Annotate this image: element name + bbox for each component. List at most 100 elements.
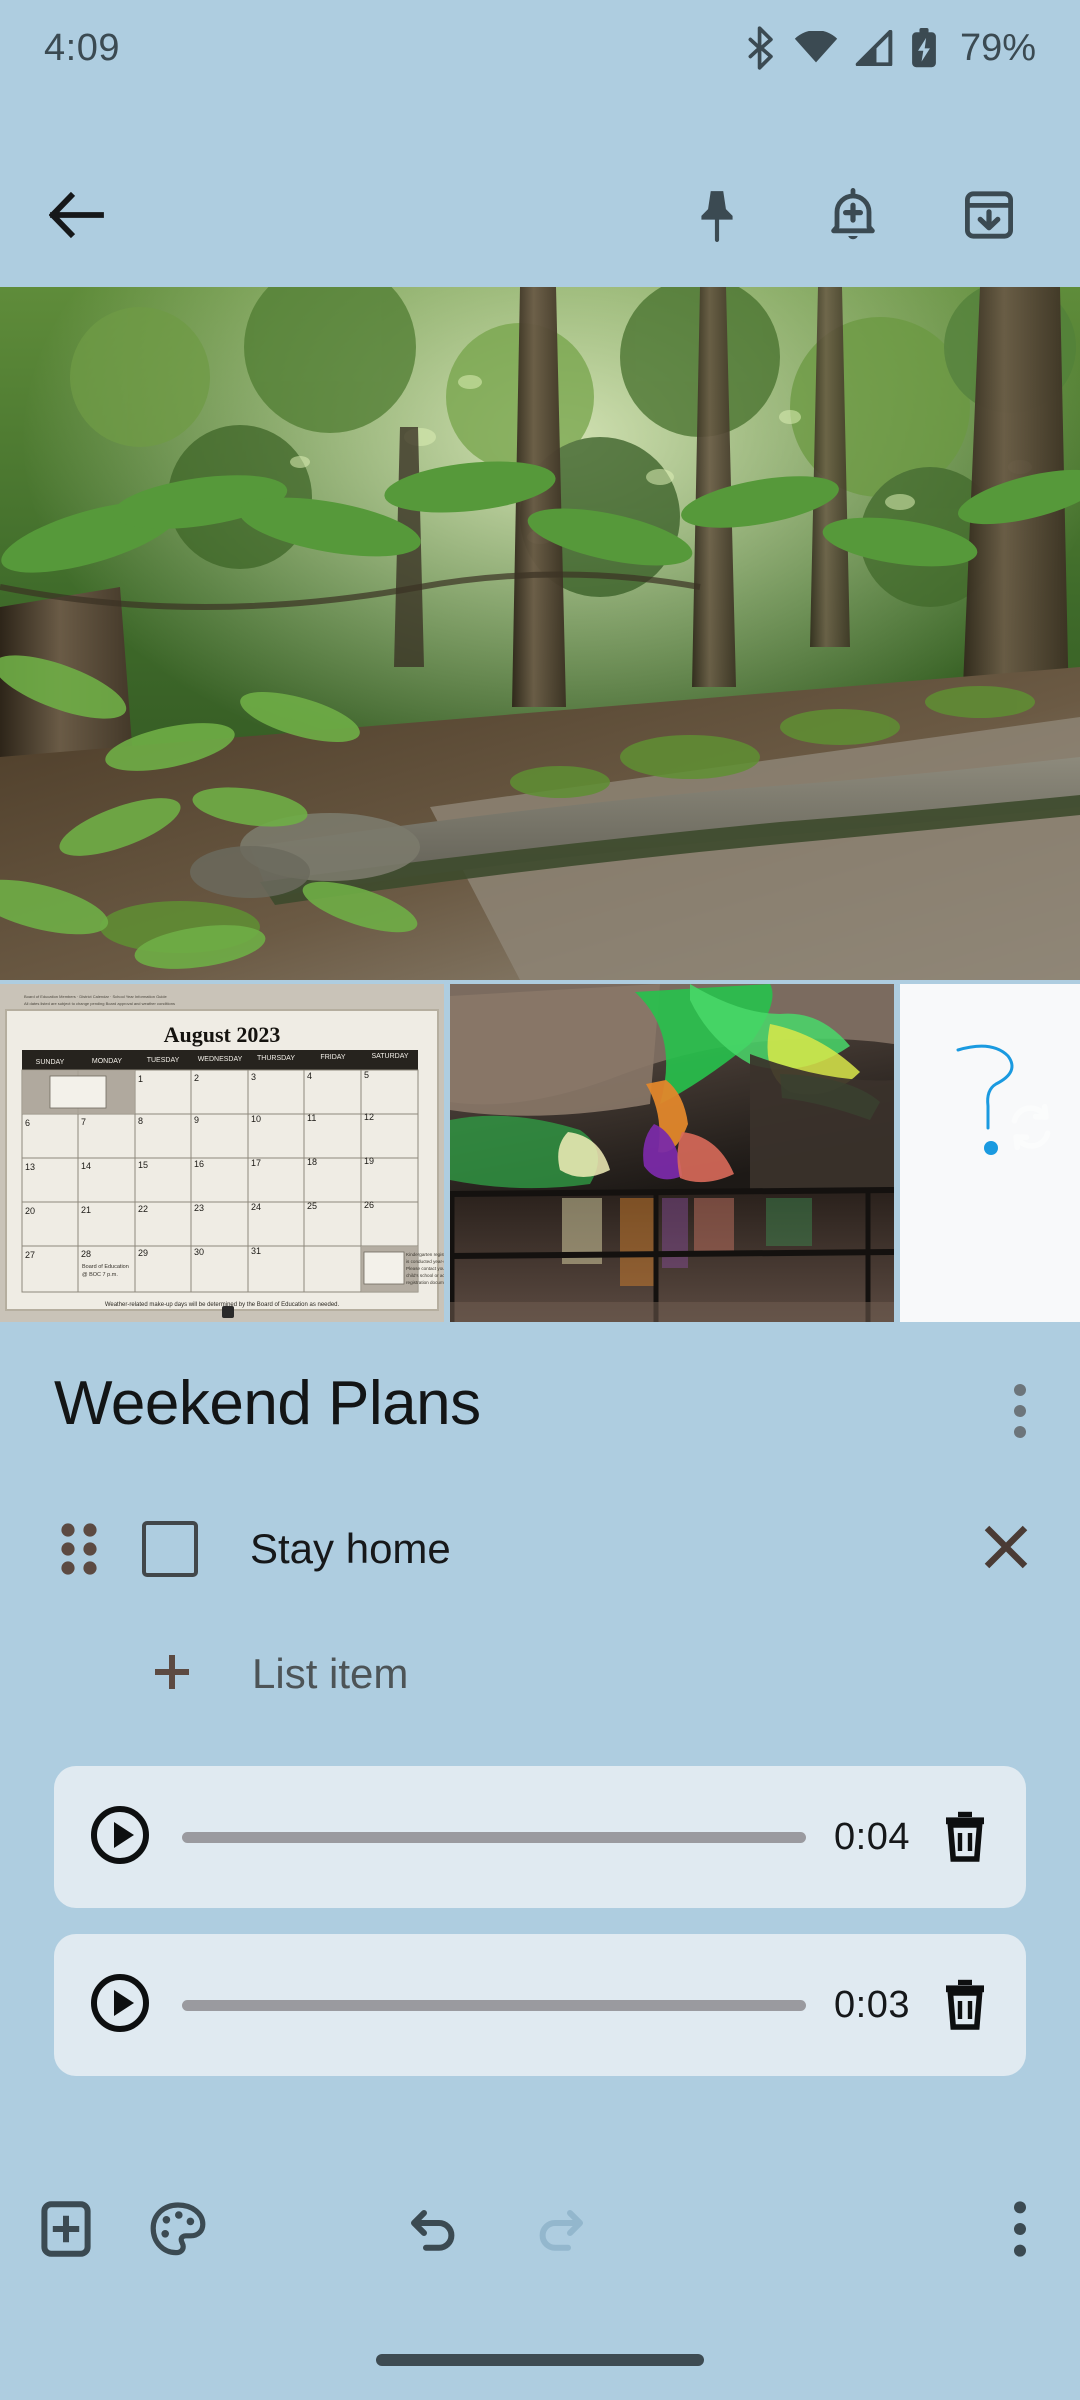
- svg-text:10: 10: [251, 1114, 261, 1124]
- svg-text:FRIDAY: FRIDAY: [320, 1054, 345, 1061]
- svg-text:29: 29: [138, 1248, 148, 1258]
- status-time: 4:09: [44, 26, 120, 69]
- svg-text:21: 21: [81, 1205, 91, 1215]
- svg-text:SUNDAY: SUNDAY: [36, 1059, 65, 1066]
- archive-icon[interactable]: [946, 172, 1032, 258]
- bottom-toolbar: [0, 2166, 1080, 2296]
- svg-text:20: 20: [25, 1206, 35, 1216]
- trash-icon[interactable]: [940, 1807, 990, 1868]
- checklist-item-row: Stay home: [0, 1490, 1080, 1608]
- bluetooth-icon: [744, 26, 778, 70]
- svg-text:@ BOC 7 p.m.: @ BOC 7 p.m.: [82, 1272, 118, 1278]
- redo-icon: [532, 2201, 588, 2262]
- svg-text:18: 18: [307, 1157, 317, 1167]
- svg-text:15: 15: [138, 1160, 148, 1170]
- add-box-icon[interactable]: [40, 2200, 92, 2262]
- note-title-row: Weekend Plans: [0, 1369, 1080, 1443]
- drawing-thumbnail[interactable]: [900, 984, 1080, 1322]
- svg-text:27: 27: [25, 1250, 35, 1260]
- attachment-thumbnail-strip: August 2023 SUNDAY MONDAY TUESDAY WEDNESDA…: [0, 984, 1080, 1322]
- audio-duration: 0:03: [834, 1983, 910, 2026]
- svg-text:14: 14: [81, 1161, 91, 1171]
- svg-text:16: 16: [194, 1159, 204, 1169]
- svg-text:registration documents: registration documents: [406, 1280, 444, 1285]
- plus-icon[interactable]: [148, 1648, 196, 1701]
- svg-text:Board of Education: Board of Education: [82, 1264, 129, 1270]
- svg-text:3: 3: [251, 1072, 256, 1082]
- play-icon[interactable]: [90, 1805, 150, 1870]
- svg-text:30: 30: [194, 1247, 204, 1257]
- svg-text:THURSDAY: THURSDAY: [257, 1055, 295, 1062]
- svg-text:26: 26: [364, 1200, 374, 1210]
- audio-duration: 0:04: [834, 1815, 910, 1858]
- page-title[interactable]: Weekend Plans: [54, 1369, 481, 1438]
- checklist-item-label[interactable]: Stay home: [250, 1525, 451, 1573]
- cave-photo-thumbnail[interactable]: [450, 984, 894, 1322]
- svg-text:is conducted year-round.: is conducted year-round.: [406, 1259, 444, 1264]
- back-arrow-icon[interactable]: [34, 172, 120, 258]
- status-icon-group: 79%: [744, 26, 1036, 70]
- note-detail-screen: 4:09 79% August 2023 SUNDAY MONDAY TUESD…: [0, 0, 1080, 2400]
- cellular-signal-icon: [854, 30, 894, 66]
- undo-icon[interactable]: [406, 2201, 462, 2262]
- svg-text:MONDAY: MONDAY: [92, 1058, 123, 1065]
- add-reminder-icon[interactable]: [810, 172, 896, 258]
- add-list-item-label[interactable]: List item: [252, 1650, 408, 1698]
- trash-icon[interactable]: [940, 1975, 990, 2036]
- close-icon[interactable]: [980, 1521, 1032, 1578]
- audio-recording-card: 0:03: [54, 1934, 1026, 2076]
- svg-text:13: 13: [25, 1162, 35, 1172]
- svg-text:24: 24: [251, 1202, 261, 1212]
- forest-trail-photo[interactable]: [0, 287, 1080, 980]
- svg-text:TUESDAY: TUESDAY: [147, 1057, 180, 1064]
- wifi-icon: [794, 31, 838, 65]
- checklist-checkbox[interactable]: [142, 1521, 198, 1577]
- svg-text:8: 8: [138, 1116, 143, 1126]
- color-palette-icon[interactable]: [150, 2201, 206, 2262]
- svg-text:7: 7: [81, 1117, 86, 1127]
- svg-text:Board of Education Members · D: Board of Education Members · District Ca…: [24, 994, 168, 999]
- svg-text:All dates listed are subject t: All dates listed are subject to change p…: [24, 1001, 175, 1006]
- svg-text:Please contact your: Please contact your: [406, 1266, 444, 1271]
- svg-text:12: 12: [364, 1112, 374, 1122]
- add-list-item-row[interactable]: List item: [0, 1615, 1080, 1733]
- gesture-nav-pill[interactable]: [376, 2354, 704, 2366]
- svg-text:31: 31: [251, 1246, 261, 1256]
- svg-text:5: 5: [364, 1070, 369, 1080]
- calendar-photo-thumbnail[interactable]: August 2023 SUNDAY MONDAY TUESDAY WEDNESDA…: [0, 984, 444, 1322]
- app-bar-actions: [674, 172, 1046, 258]
- toolbar-left-group: [40, 2200, 206, 2262]
- audio-progress-track[interactable]: [182, 1999, 807, 2011]
- svg-text:9: 9: [194, 1115, 199, 1125]
- toolbar-history-group: [406, 2201, 588, 2262]
- svg-text:11: 11: [307, 1113, 316, 1123]
- note-options-icon[interactable]: [1014, 1370, 1026, 1443]
- battery-charging-icon: [910, 27, 938, 69]
- svg-text:6: 6: [25, 1118, 30, 1128]
- svg-text:28: 28: [81, 1249, 91, 1259]
- svg-text:22: 22: [138, 1204, 148, 1214]
- audio-progress-track[interactable]: [182, 1831, 807, 1843]
- svg-text:Kindergarten registration: Kindergarten registration: [406, 1252, 444, 1257]
- toolbar-more-group: [1014, 2200, 1040, 2262]
- calendar-month-label: August 2023: [164, 1022, 281, 1047]
- svg-text:25: 25: [307, 1201, 317, 1211]
- thumbnail-page-dot: [222, 1306, 234, 1318]
- svg-text:1: 1: [138, 1074, 143, 1084]
- status-bar: 4:09 79%: [0, 0, 1080, 96]
- battery-percent: 79%: [959, 26, 1036, 69]
- app-bar: [0, 150, 1080, 280]
- drag-handle-icon[interactable]: [48, 1522, 110, 1576]
- play-icon[interactable]: [90, 1973, 150, 2038]
- svg-text:17: 17: [251, 1158, 261, 1168]
- svg-text:23: 23: [194, 1203, 204, 1213]
- svg-text:19: 19: [364, 1156, 374, 1166]
- svg-text:4: 4: [307, 1071, 312, 1081]
- audio-recording-card: 0:04: [54, 1766, 1026, 1908]
- svg-text:2: 2: [194, 1073, 199, 1083]
- svg-text:child's school or access: child's school or access: [406, 1273, 444, 1278]
- svg-text:WEDNESDAY: WEDNESDAY: [198, 1056, 243, 1063]
- sync-icon: [1004, 984, 1058, 1296]
- pin-icon[interactable]: [674, 172, 760, 258]
- more-options-icon[interactable]: [1014, 2200, 1026, 2261]
